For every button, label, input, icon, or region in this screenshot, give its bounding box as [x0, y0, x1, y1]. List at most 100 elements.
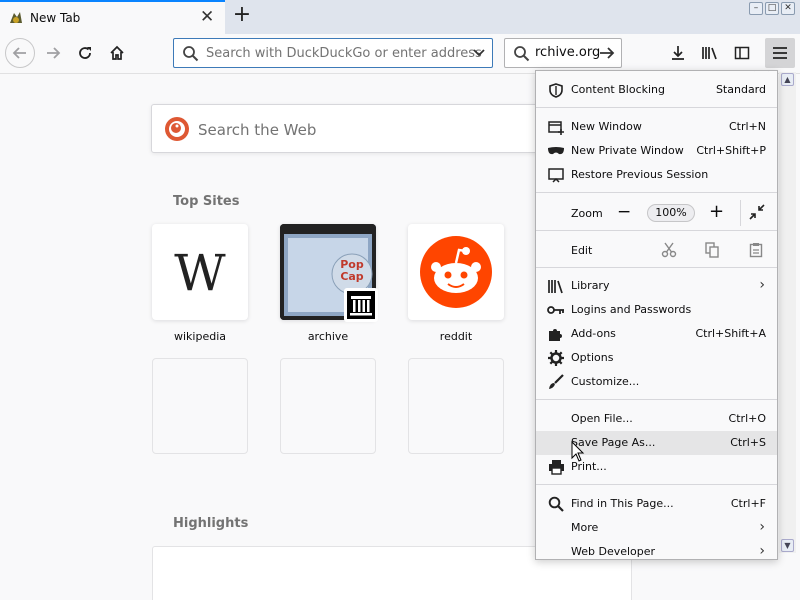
highlights-heading: Highlights — [173, 516, 249, 531]
menu-separator — [536, 484, 777, 485]
chevron-right-icon: › — [759, 543, 765, 559]
zoom-divider — [740, 200, 741, 226]
search-icon — [183, 46, 199, 62]
menu-item-edit: Edit — [536, 237, 777, 263]
reload-icon — [79, 47, 91, 59]
menu-separator — [536, 230, 777, 231]
menu-item-open-file[interactable]: Open File... Ctrl+O — [536, 407, 777, 431]
top-site-empty-slot — [408, 358, 504, 454]
mouse-cursor-icon — [571, 441, 585, 462]
archive-logo — [344, 288, 378, 322]
wikipedia-logo: W — [174, 244, 226, 302]
menu-item-new-private-window[interactable]: New Private Window Ctrl+Shift+P — [536, 139, 777, 163]
top-site-label: archive — [307, 330, 349, 343]
sidebar-icon — [734, 46, 750, 60]
top-site-tile-reddit[interactable] — [408, 224, 504, 320]
menu-item-content-blocking[interactable]: Content Blocking Standard — [536, 78, 777, 102]
top-site-tile-wikipedia[interactable]: W — [152, 224, 248, 320]
zoom-reset-button[interactable]: 100% — [647, 204, 695, 222]
search-icon — [548, 496, 564, 512]
arrow-right-icon — [47, 47, 61, 59]
page-scrollbar[interactable]: ▲ ▼ — [779, 72, 796, 553]
paintbrush-icon — [549, 374, 564, 389]
chevron-down-icon[interactable] — [472, 48, 486, 58]
puzzle-piece-icon — [549, 329, 562, 341]
forward-button[interactable] — [38, 38, 68, 68]
paste-icon[interactable] — [748, 242, 764, 258]
minimize-button[interactable]: – — [749, 2, 763, 15]
address-bar-placeholder: Search with DuckDuckGo or enter address — [206, 46, 482, 61]
scroll-up-arrow[interactable]: ▲ — [781, 73, 794, 86]
private-browsing-mask-icon — [548, 147, 564, 155]
search-bar-value: rchive.org — [535, 45, 601, 60]
copy-icon[interactable] — [704, 242, 720, 258]
menu-separator — [536, 399, 777, 400]
address-bar[interactable]: Search with DuckDuckGo or enter address — [173, 38, 493, 68]
menu-item-new-window[interactable]: New Window Ctrl+N — [536, 115, 777, 139]
menu-item-addons[interactable]: Add-ons Ctrl+Shift+A — [536, 322, 777, 346]
top-site-empty-slot — [152, 358, 248, 454]
home-button[interactable] — [102, 38, 132, 68]
back-button[interactable] — [5, 38, 35, 68]
firefox-tab-icon — [10, 12, 22, 23]
menu-item-logins[interactable]: Logins and Passwords — [536, 298, 777, 322]
new-window-icon — [548, 120, 564, 135]
sidebar-button[interactable] — [727, 38, 757, 68]
window-close-button[interactable]: ✕ — [781, 2, 795, 15]
menu-item-web-developer[interactable]: Web Developer › — [536, 540, 777, 559]
web-search-placeholder: Search the Web — [198, 121, 317, 139]
reload-button[interactable] — [70, 38, 100, 68]
zoom-in-button[interactable]: + — [709, 201, 724, 222]
menu-item-find[interactable]: Find in This Page... Ctrl+F — [536, 492, 777, 516]
arrow-right-icon[interactable] — [598, 44, 616, 62]
library-icon — [548, 279, 563, 293]
tab-title: New Tab — [30, 11, 81, 25]
menu-item-zoom: Zoom − 100% + — [536, 200, 777, 226]
fullscreen-exit-icon[interactable] — [749, 204, 765, 220]
library-icon — [702, 47, 717, 60]
menu-separator — [536, 107, 777, 108]
chevron-right-icon: › — [759, 519, 765, 535]
duckduckgo-logo — [165, 117, 189, 141]
top-sites-heading: Top Sites — [173, 194, 240, 209]
zoom-out-button[interactable]: − — [617, 202, 631, 222]
menu-item-options[interactable]: Options — [536, 346, 777, 370]
search-bar[interactable]: rchive.org — [504, 38, 622, 68]
menu-item-restore-session[interactable]: Restore Previous Session — [536, 163, 777, 187]
menu-separator — [536, 267, 777, 268]
download-icon — [672, 46, 684, 60]
restore-session-icon — [548, 167, 564, 183]
app-menu-panel: Content Blocking Standard New Window Ctr… — [535, 70, 778, 560]
search-icon — [514, 46, 530, 62]
menu-item-library[interactable]: Library › — [536, 274, 777, 298]
library-button[interactable] — [695, 38, 725, 68]
svg-text:W: W — [174, 244, 226, 302]
gear-icon — [548, 350, 564, 366]
tab-new-tab[interactable]: New Tab ✕ — [0, 0, 225, 34]
printer-icon — [548, 460, 564, 475]
hamburger-menu-icon — [773, 47, 787, 59]
svg-text:Cap: Cap — [340, 270, 363, 283]
open-menu-button[interactable] — [765, 38, 795, 68]
arrow-left-icon — [12, 47, 26, 59]
reddit-logo — [420, 236, 492, 308]
maximize-button[interactable]: □ — [765, 2, 779, 15]
top-site-label: wikipedia — [173, 330, 226, 343]
menu-item-customize[interactable]: Customize... — [536, 370, 777, 394]
content-blocking-status: Standard — [715, 83, 766, 96]
downloads-button[interactable] — [663, 38, 693, 68]
key-icon — [547, 306, 564, 314]
top-site-empty-slot — [280, 358, 376, 454]
tab-strip: New Tab ✕ + – □ ✕ — [0, 0, 800, 34]
new-tab-button[interactable]: + — [230, 3, 254, 29]
menu-separator — [536, 192, 777, 193]
home-icon — [110, 45, 124, 60]
tab-close-icon[interactable]: ✕ — [200, 9, 214, 26]
navigation-toolbar: Search with DuckDuckGo or enter address … — [0, 34, 800, 74]
scroll-down-arrow[interactable]: ▼ — [781, 539, 794, 552]
chevron-right-icon: › — [759, 277, 765, 293]
top-site-label: reddit — [439, 330, 473, 343]
shield-icon — [549, 82, 563, 98]
menu-item-more[interactable]: More › — [536, 516, 777, 540]
cut-icon[interactable] — [661, 242, 677, 258]
